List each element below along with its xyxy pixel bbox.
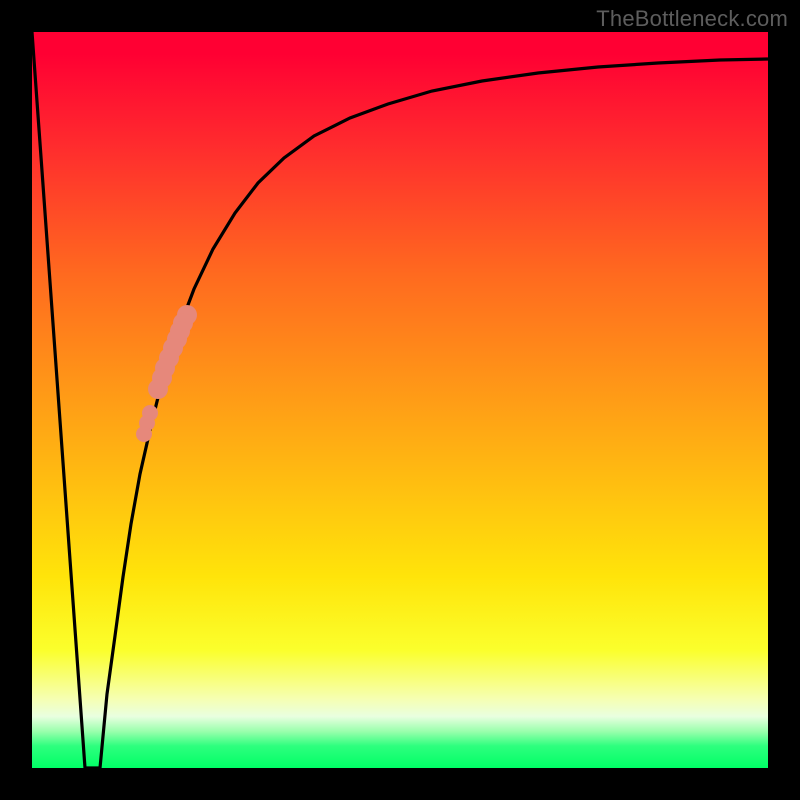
marker-group (136, 305, 197, 442)
watermark-text: TheBottleneck.com (596, 6, 788, 32)
plot-area (32, 32, 768, 768)
chart-frame: TheBottleneck.com (0, 0, 800, 800)
bottleneck-curve (32, 32, 768, 768)
marker-dot (148, 379, 168, 399)
curve-layer (32, 32, 768, 768)
marker-dot (136, 426, 152, 442)
